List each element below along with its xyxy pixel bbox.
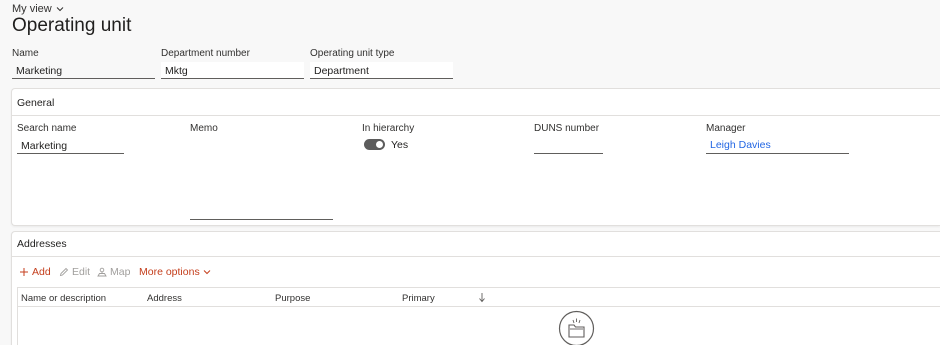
sort-down-arrow-icon[interactable] xyxy=(478,292,486,303)
my-view-dropdown[interactable]: My view xyxy=(12,3,64,15)
map-icon xyxy=(97,267,107,277)
edit-icon xyxy=(59,267,69,277)
add-button[interactable]: Add xyxy=(19,266,51,278)
addresses-divider xyxy=(12,256,940,257)
department-number-label: Department number xyxy=(161,48,250,59)
operating-unit-type-label: Operating unit type xyxy=(310,48,395,59)
map-button-label: Map xyxy=(110,266,131,278)
memo-field[interactable] xyxy=(190,137,333,220)
name-field[interactable] xyxy=(12,62,155,79)
addresses-section-title[interactable]: Addresses xyxy=(17,238,67,250)
page-title: Operating unit xyxy=(12,15,132,36)
map-button[interactable]: Map xyxy=(97,266,130,278)
more-options-button[interactable]: More options xyxy=(139,266,211,278)
department-number-field[interactable] xyxy=(161,62,304,79)
chevron-down-icon xyxy=(203,270,211,275)
duns-number-label: DUNS number xyxy=(534,123,600,134)
my-view-label: My view xyxy=(12,3,52,15)
column-header-primary[interactable]: Primary xyxy=(402,293,435,304)
search-name-field[interactable] xyxy=(17,137,124,154)
column-header-address[interactable]: Address xyxy=(147,293,182,304)
empty-folder-icon xyxy=(558,310,595,345)
plus-icon xyxy=(20,268,28,276)
general-divider xyxy=(12,115,940,116)
manager-link[interactable]: Leigh Davies xyxy=(710,139,771,151)
column-header-purpose[interactable]: Purpose xyxy=(275,293,310,304)
add-button-label: Add xyxy=(32,266,51,278)
duns-number-field[interactable] xyxy=(534,137,603,154)
operating-unit-type-field[interactable] xyxy=(310,62,453,79)
search-name-label: Search name xyxy=(17,123,77,134)
chevron-down-icon xyxy=(56,7,64,12)
in-hierarchy-toggle[interactable] xyxy=(364,139,385,150)
edit-button[interactable]: Edit xyxy=(59,266,90,278)
in-hierarchy-label: In hierarchy xyxy=(362,123,415,134)
edit-button-label: Edit xyxy=(72,266,91,278)
name-label: Name xyxy=(12,48,39,59)
memo-label: Memo xyxy=(190,123,218,134)
in-hierarchy-value: Yes xyxy=(391,139,409,151)
manager-label: Manager xyxy=(706,123,746,134)
more-options-label: More options xyxy=(139,266,200,278)
column-header-name[interactable]: Name or description xyxy=(21,293,106,304)
general-section xyxy=(11,88,940,226)
grid-header-divider xyxy=(17,306,940,307)
general-section-title[interactable]: General xyxy=(17,97,54,109)
manager-field[interactable]: Leigh Davies xyxy=(706,137,849,154)
